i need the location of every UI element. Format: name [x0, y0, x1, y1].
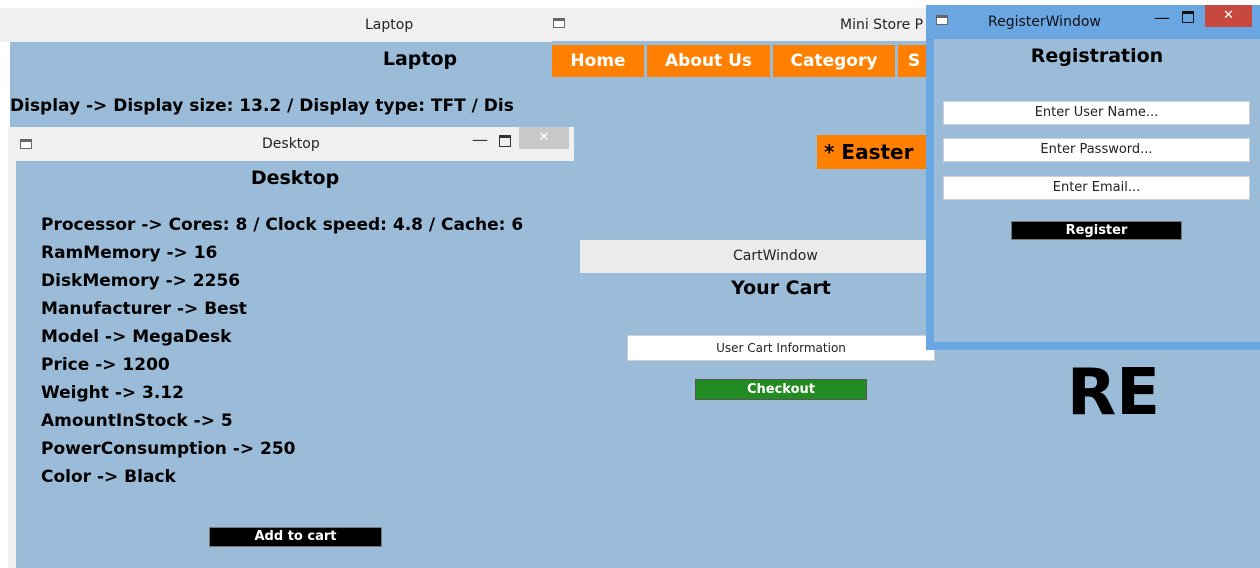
easter-banner: * Easter	[817, 135, 937, 169]
minimize-icon[interactable]: —	[472, 130, 488, 149]
desktop-window-title: Desktop	[262, 136, 320, 152]
laptop-display-line: Display -> Display size: 13.2 / Display …	[10, 96, 514, 116]
add-to-cart-button[interactable]: Add to cart	[209, 527, 382, 547]
close-icon[interactable]: ✕	[1205, 5, 1252, 27]
maximize-icon[interactable]	[1182, 11, 1194, 23]
register-window-title: RegisterWindow	[988, 14, 1101, 30]
register-app-icon	[936, 15, 948, 25]
laptop-window-title: Laptop	[365, 17, 414, 33]
laptop-titlebar[interactable]: Laptop	[0, 8, 560, 42]
cart-window-title: CartWindow	[733, 248, 818, 264]
desktop-prop-disk: DiskMemory -> 2256	[41, 271, 241, 291]
nav-category[interactable]: Category	[773, 45, 895, 77]
desktop-prop-processor: Processor -> Cores: 8 / Clock speed: 4.8…	[41, 215, 524, 235]
nav-home[interactable]: Home	[552, 45, 644, 77]
desktop-titlebar[interactable]: Desktop — ✕	[8, 127, 574, 161]
desktop-prop-color: Color -> Black	[41, 467, 176, 487]
desktop-prop-weight: Weight -> 3.12	[41, 383, 184, 403]
register-heading: Registration	[1030, 45, 1164, 67]
email-field[interactable]: Enter Email...	[943, 176, 1250, 200]
laptop-heading: Laptop	[382, 48, 458, 70]
big-text: RE	[1067, 356, 1160, 430]
register-client: Registration Enter User Name... Enter Pa…	[934, 39, 1260, 342]
desktop-prop-model: Model -> MegaDesk	[41, 327, 232, 347]
desktop-window[interactable]: Desktop — ✕ Desktop Processor -> Cores: …	[8, 127, 574, 568]
nav-about-us[interactable]: About Us	[647, 45, 770, 77]
desktop-app-icon	[20, 139, 32, 149]
register-titlebar[interactable]: RegisterWindow — ✕	[926, 5, 1260, 39]
desktop-prop-power: PowerConsumption -> 250	[41, 439, 296, 459]
close-icon[interactable]: ✕	[519, 127, 569, 149]
ministore-window-title: Mini Store P	[840, 17, 924, 33]
register-window[interactable]: RegisterWindow — ✕ Registration Enter Us…	[926, 5, 1260, 350]
minimize-icon[interactable]: —	[1154, 8, 1170, 27]
desktop-prop-stock: AmountInStock -> 5	[41, 411, 233, 431]
cart-heading: Your Cart	[731, 277, 831, 299]
desktop-prop-manufacturer: Manufacturer -> Best	[41, 299, 247, 319]
desktop-heading: Desktop	[250, 167, 340, 189]
checkout-button[interactable]: Checkout	[695, 379, 867, 400]
desktop-prop-ram: RamMemory -> 16	[41, 243, 218, 263]
desktop-client: Desktop Processor -> Cores: 8 / Clock sp…	[16, 161, 574, 568]
username-field[interactable]: Enter User Name...	[943, 101, 1250, 125]
register-button[interactable]: Register	[1011, 221, 1182, 240]
maximize-icon[interactable]	[499, 135, 511, 147]
ministore-app-icon	[553, 18, 565, 28]
desktop-prop-price: Price -> 1200	[41, 355, 170, 375]
user-cart-information: User Cart Information	[627, 335, 935, 361]
password-field[interactable]: Enter Password...	[943, 138, 1250, 162]
